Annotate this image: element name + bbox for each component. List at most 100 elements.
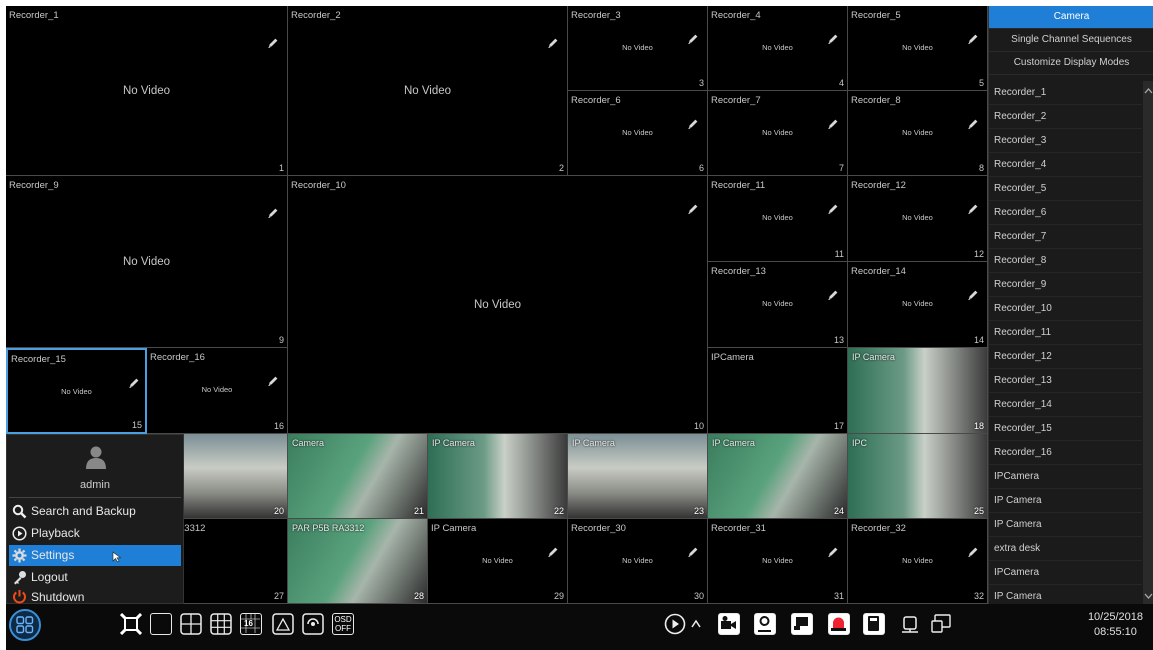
camera-list-item[interactable]: Recorder_2 (989, 105, 1142, 129)
camera-list-item[interactable]: IPCamera (989, 561, 1142, 585)
edit-pencil-icon[interactable] (826, 288, 840, 302)
channel-tile[interactable]: Recorder_14 14 No Video (848, 262, 988, 348)
camera-list-item[interactable]: Recorder_8 (989, 249, 1142, 273)
channel-tile[interactable]: Recorder_1 1 No Video (6, 6, 288, 176)
camera-list-item[interactable]: IP Camera (989, 585, 1142, 604)
edit-pencil-icon[interactable] (686, 545, 700, 559)
edit-pencil-icon[interactable] (266, 36, 280, 50)
camera-list-item[interactable]: extra desk (989, 537, 1142, 561)
camera-list-item[interactable]: Recorder_6 (989, 201, 1142, 225)
record-button[interactable] (718, 613, 740, 635)
channel-tile[interactable]: Recorder_12 12 No Video (848, 176, 988, 262)
tab-customize-display-modes[interactable]: Customize Display Modes (989, 52, 1153, 75)
channel-tile[interactable]: Recorder_3 3 No Video (568, 6, 708, 91)
windows-icon[interactable] (931, 613, 953, 635)
scroll-up-icon[interactable] (1143, 85, 1153, 97)
channel-tile[interactable]: Recorder_7 7 No Video (708, 91, 848, 176)
edit-pencil-icon[interactable] (266, 374, 280, 388)
channel-tile[interactable]: Camera 21 (288, 434, 428, 519)
tab-single-channel-sequences[interactable]: Single Channel Sequences (989, 29, 1153, 52)
camera-list-item[interactable]: Recorder_11 (989, 321, 1142, 345)
camera-list-item[interactable]: Recorder_7 (989, 225, 1142, 249)
disk-status-button[interactable] (863, 613, 885, 635)
camera-list-item[interactable]: Recorder_1 (989, 81, 1142, 105)
network-icon[interactable] (899, 613, 921, 635)
channel-tile[interactable]: IP Camera 29 No Video (428, 519, 568, 604)
channel-tile[interactable]: Recorder_13 13 No Video (708, 262, 848, 348)
osd-toggle-button[interactable]: OSD OFF (332, 613, 354, 635)
camera-list-item[interactable]: Recorder_3 (989, 129, 1142, 153)
channel-tile[interactable]: PAR P5B RA3312 28 (288, 519, 428, 604)
camera-list-item[interactable]: Recorder_5 (989, 177, 1142, 201)
layout-1-button[interactable] (150, 613, 172, 635)
edit-pencil-icon[interactable] (686, 117, 700, 131)
picture-in-picture-icon[interactable] (272, 613, 294, 635)
layout-9-icon[interactable] (210, 613, 232, 635)
channel-tile[interactable]: IP Camera 23 (568, 434, 708, 519)
channel-tile[interactable]: Recorder_32 32 No Video (848, 519, 988, 604)
manual-alarm-button[interactable] (754, 613, 776, 635)
channel-tile[interactable]: Recorder_2 2 No Video (288, 6, 568, 176)
channel-tile[interactable]: Recorder_10 10 No Video (288, 176, 708, 434)
channel-tile[interactable]: Recorder_15 15 No Video (6, 348, 147, 434)
edit-pencil-icon[interactable] (966, 545, 980, 559)
menu-shutdown[interactable]: Shutdown (9, 589, 181, 605)
channel-tile[interactable]: Recorder_30 30 No Video (568, 519, 708, 604)
channel-tile[interactable]: IP Camera 18 (848, 348, 988, 434)
channel-tile[interactable]: Recorder_8 8 No Video (848, 91, 988, 176)
chevron-up-icon[interactable] (690, 613, 702, 635)
layout-4-icon[interactable] (180, 613, 202, 635)
edit-pencil-icon[interactable] (127, 376, 141, 390)
play-icon[interactable] (664, 613, 686, 635)
edit-pencil-icon[interactable] (966, 202, 980, 216)
camera-list-scrollbar[interactable] (1143, 81, 1153, 604)
channel-tile[interactable]: IP Camera 22 (428, 434, 568, 519)
osd-state-label: OFF (335, 624, 351, 633)
camera-list-item[interactable]: Recorder_9 (989, 273, 1142, 297)
channel-tile[interactable]: Recorder_11 11 No Video (708, 176, 848, 262)
fullscreen-icon[interactable] (120, 613, 142, 635)
sequence-icon[interactable] (302, 613, 324, 635)
menu-playback[interactable]: Playback (9, 523, 181, 544)
snapshot-button[interactable] (791, 613, 813, 635)
channel-tile[interactable]: Recorder_9 9 No Video (6, 176, 288, 348)
menu-logout[interactable]: Logout (9, 567, 181, 588)
camera-list-item[interactable]: Recorder_4 (989, 153, 1142, 177)
channel-tile[interactable]: IPCamera 17 (708, 348, 848, 434)
edit-pencil-icon[interactable] (686, 202, 700, 216)
channel-tile[interactable]: Recorder_4 4 No Video (708, 6, 848, 91)
edit-pencil-icon[interactable] (826, 32, 840, 46)
channel-tile[interactable]: Recorder_5 5 No Video (848, 6, 988, 91)
tab-camera[interactable]: Camera (989, 6, 1153, 29)
edit-pencil-icon[interactable] (826, 545, 840, 559)
camera-list-item[interactable]: Recorder_13 (989, 369, 1142, 393)
camera-list-item[interactable]: IP Camera (989, 513, 1142, 537)
channel-tile[interactable]: IPC 25 (848, 434, 988, 519)
edit-pencil-icon[interactable] (266, 206, 280, 220)
edit-pencil-icon[interactable] (826, 202, 840, 216)
camera-list-item[interactable]: Recorder_15 (989, 417, 1142, 441)
edit-pencil-icon[interactable] (686, 32, 700, 46)
camera-list-item[interactable]: Recorder_12 (989, 345, 1142, 369)
camera-list-item[interactable]: IPCamera (989, 465, 1142, 489)
edit-pencil-icon[interactable] (966, 32, 980, 46)
camera-list-item[interactable]: Recorder_16 (989, 441, 1142, 465)
edit-pencil-icon[interactable] (966, 288, 980, 302)
channel-tile[interactable]: Recorder_16 16 No Video (147, 348, 288, 434)
menu-search-and-backup[interactable]: Search and Backup (9, 501, 181, 522)
channel-tile[interactable]: IP Camera 24 (708, 434, 848, 519)
edit-pencil-icon[interactable] (826, 117, 840, 131)
channel-tile[interactable]: Recorder_6 6 No Video (568, 91, 708, 176)
edit-pencil-icon[interactable] (546, 36, 560, 50)
camera-list-item[interactable]: Recorder_10 (989, 297, 1142, 321)
start-menu-button[interactable] (9, 609, 41, 641)
edit-pencil-icon[interactable] (546, 545, 560, 559)
camera-list-item[interactable]: Recorder_14 (989, 393, 1142, 417)
channel-tile[interactable]: Recorder_31 31 No Video (708, 519, 848, 604)
alarm-status-button[interactable] (828, 613, 850, 635)
camera-list-item[interactable]: IP Camera (989, 489, 1142, 513)
layout-16-button[interactable]: 16 (240, 613, 262, 635)
scroll-down-icon[interactable] (1143, 590, 1153, 602)
edit-pencil-icon[interactable] (966, 117, 980, 131)
menu-settings[interactable]: Settings (9, 545, 181, 566)
